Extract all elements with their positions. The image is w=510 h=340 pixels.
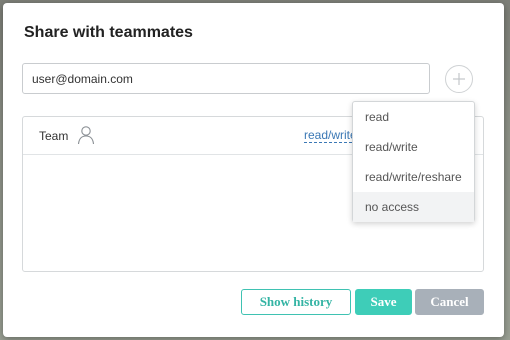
show-history-button[interactable]: Show history [241,289,351,315]
cancel-button[interactable]: Cancel [415,289,484,315]
permission-option-read-write-reshare[interactable]: read/write/reshare [353,162,474,192]
email-input[interactable] [22,63,430,94]
permission-option-no-access[interactable]: no access [353,192,474,222]
plus-icon [453,73,465,85]
save-button[interactable]: Save [355,289,412,315]
permission-option-read-write[interactable]: read/write [353,132,474,162]
team-label: Team [39,129,69,143]
permission-option-read[interactable]: read [353,102,474,132]
add-teammate-button[interactable] [445,65,473,93]
permission-dropdown: read read/write read/write/reshare no ac… [352,101,475,222]
team-permission-link[interactable]: read/write [304,129,357,143]
share-dialog: Share with teammates Team read/write rea… [3,3,504,337]
user-icon [77,126,95,145]
dialog-title: Share with teammates [24,24,193,41]
